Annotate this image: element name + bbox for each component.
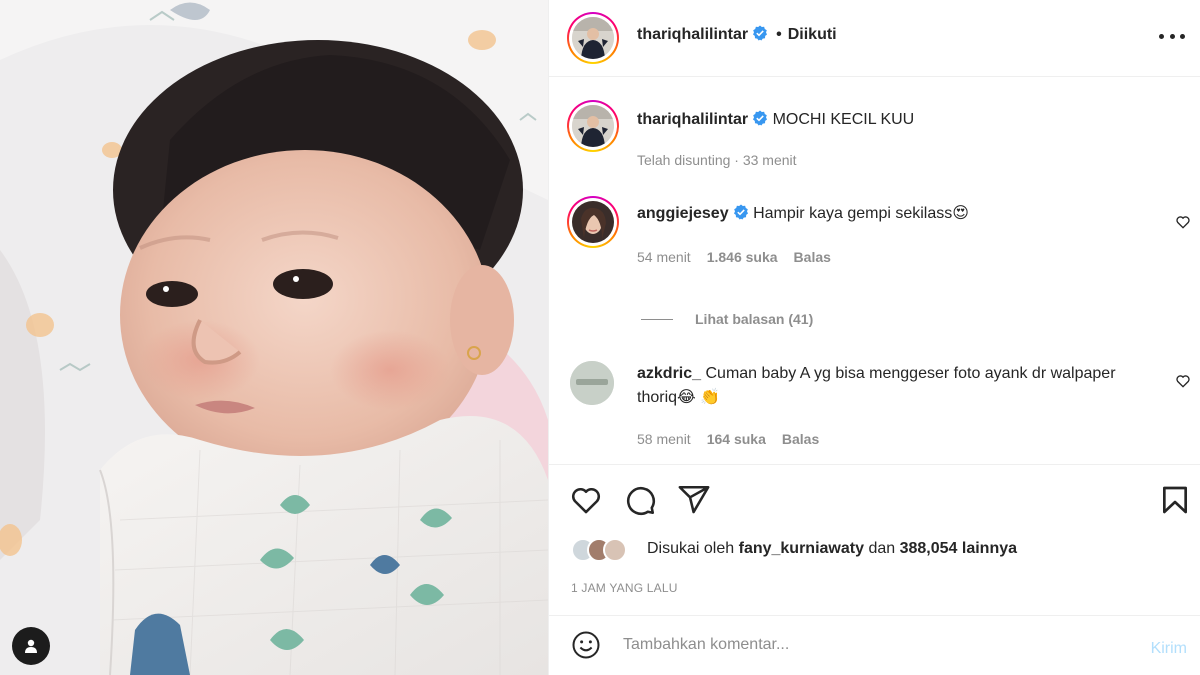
comment-bubble-icon[interactable] (623, 483, 657, 517)
liker-avatars[interactable] (571, 538, 627, 562)
author-avatar[interactable] (567, 12, 619, 64)
caption-meta: Telah disunting · 33 menit (637, 152, 797, 168)
comment-text: Cuman baby A yg bisa menggeser foto ayan… (637, 365, 1116, 406)
caption-avatar-image (572, 105, 614, 147)
comment-avatar-image (570, 361, 614, 405)
post-sidebar: thariqhalilintar • Diikuti thariqhalilinta… (548, 0, 1200, 675)
author-username[interactable]: thariqhalilintar (637, 26, 748, 43)
heart-icon[interactable] (1175, 214, 1191, 230)
likes-count[interactable]: 388,054 lainnya (900, 540, 1017, 557)
post-comment-button[interactable]: Kirim (1151, 640, 1187, 658)
comment-likes[interactable]: 164 suka (707, 431, 766, 447)
post-actions: Disukai oleh fany_kurniawaty dan 388,054… (549, 464, 1200, 614)
post-header: thariqhalilintar • Diikuti (549, 0, 1200, 77)
paper-plane-icon[interactable] (677, 483, 711, 517)
comment-meta: 58 menit 164 suka Balas (637, 431, 819, 447)
comment-username[interactable]: anggiejesey (637, 205, 729, 222)
caption-text: MOCHI KECIL KUU (772, 111, 915, 128)
comments-section: thariqhalilintar MOCHI KECIL KUU Telah d… (549, 78, 1200, 464)
smiley-icon[interactable] (571, 630, 601, 660)
baby-photo-illustration (0, 0, 548, 675)
likes-prefix: Disukai oleh (647, 540, 735, 557)
follow-status-button[interactable]: Diikuti (788, 26, 837, 43)
likes-middle: dan (868, 540, 896, 557)
user-tag-icon (25, 639, 37, 653)
post-timestamp[interactable]: 1 JAM YANG LALU (571, 581, 678, 595)
comment-input[interactable] (623, 636, 1103, 654)
caption-username[interactable]: thariqhalilintar (637, 111, 748, 128)
replies-divider (641, 318, 673, 320)
comment-avatar[interactable] (567, 196, 619, 248)
comment-avatar[interactable] (570, 361, 614, 405)
verified-badge-icon (733, 204, 748, 220)
user-tag-button[interactable] (12, 627, 50, 665)
comment-username[interactable]: azkdric_ (637, 365, 701, 382)
view-replies-label: Lihat balasan (41) (695, 311, 814, 327)
reply-button[interactable]: Balas (782, 431, 819, 447)
likes-user[interactable]: fany_kurniawaty (739, 540, 864, 557)
comment-time: 58 menit (637, 431, 691, 447)
caption-edited-time: Telah disunting · 33 menit (637, 152, 797, 168)
verified-badge-icon (753, 25, 768, 41)
reply-button[interactable]: Balas (794, 249, 831, 265)
comment-time: 54 menit (637, 249, 691, 265)
heart-icon[interactable] (1175, 373, 1191, 389)
more-options-icon[interactable] (1159, 26, 1185, 46)
comment-likes[interactable]: 1.846 suka (707, 249, 778, 265)
comment-meta: 54 menit 1.846 suka Balas (637, 249, 831, 265)
follow-separator: • (776, 26, 782, 43)
author-avatar-image (572, 17, 614, 59)
comment: azkdric_ Cuman baby A yg bisa menggeser … (637, 362, 1157, 410)
view-replies-button[interactable]: Lihat balasan (41) (641, 311, 813, 327)
bookmark-icon[interactable] (1159, 483, 1191, 517)
likes-summary: Disukai oleh fany_kurniawaty dan 388,054… (647, 540, 1017, 558)
caption-author-avatar[interactable] (567, 100, 619, 152)
post-photo[interactable] (0, 0, 548, 675)
comment-text: Hampir kaya gempi sekilass😍 (753, 205, 969, 222)
comment: anggiejesey Hampir kaya gempi sekilass😍 (637, 202, 1157, 226)
heart-icon[interactable] (569, 483, 603, 517)
liker-avatar (603, 538, 627, 562)
verified-badge-icon (753, 110, 768, 126)
caption: thariqhalilintar MOCHI KECIL KUU (637, 108, 1157, 132)
comment-avatar-image (572, 201, 614, 243)
add-comment-bar: Kirim (549, 615, 1200, 675)
